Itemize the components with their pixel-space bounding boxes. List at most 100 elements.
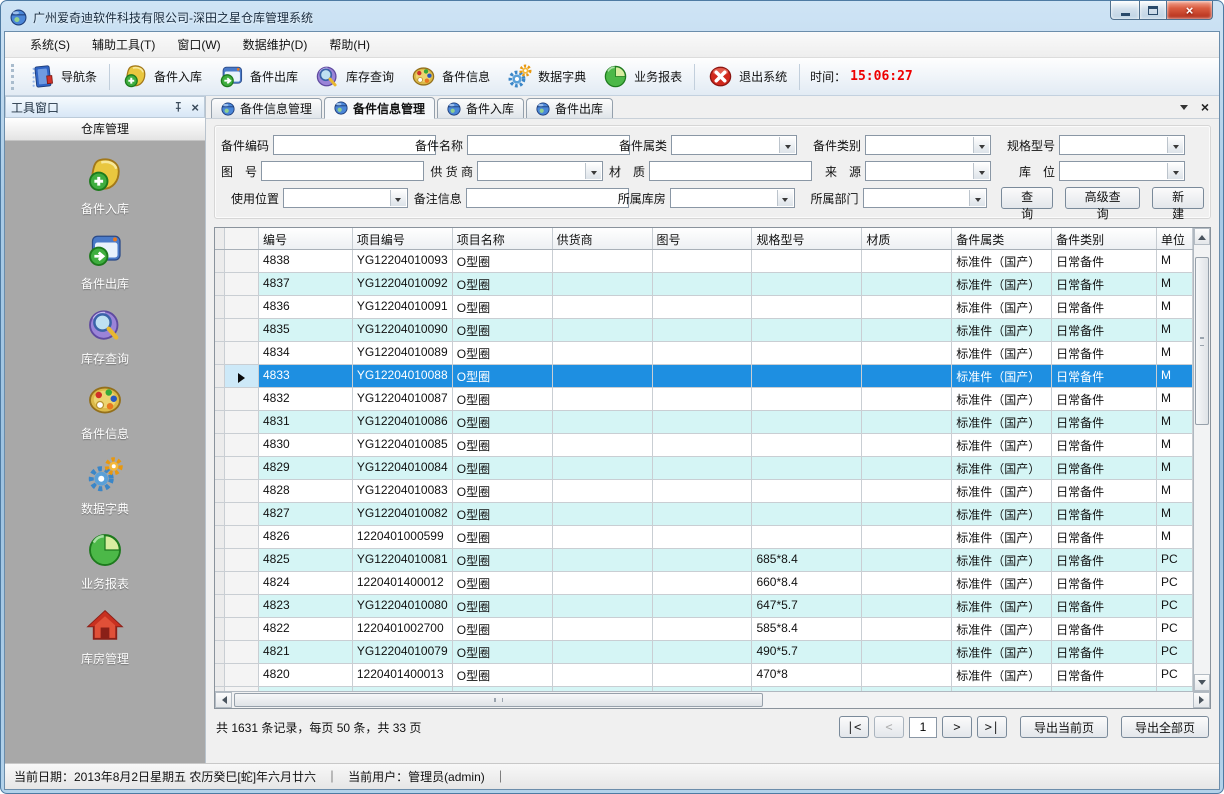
sidebar-item-report[interactable]: 业务报表 <box>81 530 129 592</box>
use-position-select[interactable] <box>283 188 408 208</box>
advanced-query-button[interactable]: 高级查询 <box>1065 187 1140 209</box>
vertical-scroll-track[interactable] <box>1194 245 1210 674</box>
tab-parts-in[interactable]: 备件入库 <box>437 98 524 118</box>
warehouse-select[interactable] <box>670 188 795 208</box>
column-header-4[interactable]: 图号 <box>653 228 753 249</box>
sidebar-item-parts-info[interactable]: 备件信息 <box>81 380 129 442</box>
minimize-button[interactable] <box>1110 1 1139 20</box>
last-page-button[interactable]: >| <box>977 716 1007 738</box>
menu-system[interactable]: 系统(S) <box>19 32 81 57</box>
tab-close-icon[interactable]: × <box>1201 100 1209 114</box>
material-input[interactable] <box>649 161 812 181</box>
toolbar-button-parts-in[interactable]: 备件入库 <box>114 60 210 93</box>
part-category-select[interactable] <box>671 135 797 155</box>
table-row[interactable]: 48221220401002700O型圈585*8.4标准件（国产）日常备件PC <box>215 618 1193 641</box>
toolbar-button-navbar[interactable]: 导航条 <box>21 60 105 93</box>
table-row[interactable]: 4828YG12204010083O型圈标准件（国产）日常备件M <box>215 480 1193 503</box>
table-row[interactable]: 4834YG12204010089O型圈标准件（国产）日常备件M <box>215 342 1193 365</box>
restore-button[interactable] <box>1139 1 1167 20</box>
scroll-right-icon[interactable] <box>1193 692 1210 708</box>
scroll-up-icon[interactable] <box>1194 228 1210 245</box>
cell-type: 日常备件 <box>1052 319 1157 342</box>
cell-supplier <box>553 319 653 342</box>
table-row[interactable]: 4823YG12204010080O型圈647*5.7标准件（国产）日常备件PC <box>215 595 1193 618</box>
page-number-input[interactable] <box>909 717 937 738</box>
cell-id: 4826 <box>259 526 353 549</box>
query-button[interactable]: 查询 <box>1001 187 1053 209</box>
column-header-9[interactable]: 单位 <box>1157 228 1193 249</box>
horizontal-scroll-track[interactable] <box>232 692 1193 708</box>
tab-parts-out[interactable]: 备件出库 <box>526 98 613 118</box>
menu-help[interactable]: 帮助(H) <box>318 32 381 57</box>
menu-aux-tools[interactable]: 辅助工具(T) <box>81 32 166 57</box>
part-name-input[interactable] <box>467 135 630 155</box>
table-row[interactable]: 4831YG12204010086O型圈标准件（国产）日常备件M <box>215 411 1193 434</box>
sidebar-item-data-dict[interactable]: 数据字典 <box>81 455 129 517</box>
sidebar-close-icon[interactable]: × <box>191 101 199 114</box>
table-row[interactable]: 4825YG12204010081O型圈685*8.4标准件（国产）日常备件PC <box>215 549 1193 572</box>
drawing-no-input[interactable] <box>261 161 424 181</box>
table-row[interactable]: 48261220401000599O型圈标准件（国产）日常备件M <box>215 526 1193 549</box>
part-code-input[interactable] <box>273 135 436 155</box>
column-header-2[interactable]: 项目名称 <box>453 228 553 249</box>
toolbar-grip-icon[interactable] <box>11 64 16 90</box>
menu-window[interactable]: 窗口(W) <box>166 32 231 57</box>
next-page-button[interactable]: > <box>942 716 972 738</box>
table-row[interactable]: 4832YG12204010087O型圈标准件（国产）日常备件M <box>215 388 1193 411</box>
source-select[interactable] <box>865 161 991 181</box>
toolbar-button-data-dict[interactable]: 数据字典 <box>498 60 594 93</box>
department-select[interactable] <box>863 188 988 208</box>
exit-icon <box>707 63 734 90</box>
sidebar-item-parts-out[interactable]: 备件出库 <box>81 230 129 292</box>
table-row[interactable]: 48241220401400012O型圈660*8.4标准件（国产）日常备件PC <box>215 572 1193 595</box>
column-header-5[interactable]: 规格型号 <box>752 228 862 249</box>
export-current-page-button[interactable]: 导出当前页 <box>1020 716 1108 738</box>
table-row[interactable]: 4833YG12204010088O型圈标准件（国产）日常备件M <box>215 365 1193 388</box>
vertical-scroll-thumb[interactable] <box>1195 257 1209 425</box>
sidebar-item-parts-in[interactable]: 备件入库 <box>81 155 129 217</box>
table-row[interactable]: 4835YG12204010090O型圈标准件（国产）日常备件M <box>215 319 1193 342</box>
export-all-pages-button[interactable]: 导出全部页 <box>1121 716 1209 738</box>
column-header-7[interactable]: 备件属类 <box>952 228 1052 249</box>
create-new-button[interactable]: 新建 <box>1152 187 1204 209</box>
table-row[interactable]: 4838YG12204010093O型圈标准件（国产）日常备件M <box>215 250 1193 273</box>
toolbar-button-parts-out[interactable]: 备件出库 <box>210 60 306 93</box>
table-row[interactable]: 48201220401400013O型圈470*8标准件（国产）日常备件PC <box>215 664 1193 687</box>
column-header-8[interactable]: 备件类别 <box>1052 228 1157 249</box>
close-button[interactable]: × <box>1167 1 1213 20</box>
tab-list-dropdown-icon[interactable] <box>1177 100 1191 114</box>
table-row[interactable]: 4829YG12204010084O型圈标准件（国产）日常备件M <box>215 457 1193 480</box>
remark-input[interactable] <box>466 188 629 208</box>
horizontal-scroll-thumb[interactable] <box>234 693 763 707</box>
scroll-left-icon[interactable] <box>215 692 232 708</box>
toolbar-button-parts-info[interactable]: 备件信息 <box>402 60 498 93</box>
table-row[interactable]: 4836YG12204010091O型圈标准件（国产）日常备件M <box>215 296 1193 319</box>
horizontal-scrollbar[interactable] <box>215 691 1210 708</box>
table-row[interactable]: 4837YG12204010092O型圈标准件（国产）日常备件M <box>215 273 1193 296</box>
table-row[interactable]: 4827YG12204010082O型圈标准件（国产）日常备件M <box>215 503 1193 526</box>
scroll-down-icon[interactable] <box>1194 674 1210 691</box>
sidebar-item-warehouse-mgmt[interactable]: 库房管理 <box>81 605 129 667</box>
tab-part-info-mgmt-2[interactable]: 备件信息管理 <box>324 97 435 119</box>
first-page-button[interactable]: |< <box>839 716 869 738</box>
toolbar-button-stock-query[interactable]: 库存查询 <box>306 60 402 93</box>
supplier-select[interactable] <box>477 161 603 181</box>
part-type-select[interactable] <box>865 135 991 155</box>
toolbar-button-exit[interactable]: 退出系统 <box>699 60 795 93</box>
table-row[interactable]: 4821YG12204010079O型圈490*5.7标准件（国产）日常备件PC <box>215 641 1193 664</box>
table-row[interactable]: 4830YG12204010085O型圈标准件（国产）日常备件M <box>215 434 1193 457</box>
column-header-6[interactable]: 材质 <box>862 228 952 249</box>
column-header-1[interactable]: 项目编号 <box>353 228 453 249</box>
cell-category: 标准件（国产） <box>952 250 1052 273</box>
column-header-3[interactable]: 供货商 <box>553 228 653 249</box>
sidebar-item-stock-query[interactable]: 库存查询 <box>81 305 129 367</box>
prev-page-button[interactable]: < <box>874 716 904 738</box>
pin-icon[interactable] <box>171 101 184 114</box>
column-header-0[interactable]: 编号 <box>259 228 353 249</box>
menu-data-maintenance[interactable]: 数据维护(D) <box>232 32 319 57</box>
toolbar-button-report[interactable]: 业务报表 <box>594 60 690 93</box>
vertical-scrollbar[interactable] <box>1193 228 1210 691</box>
tab-part-info-mgmt-1[interactable]: 备件信息管理 <box>211 98 322 118</box>
location-select[interactable] <box>1059 161 1185 181</box>
spec-model-select[interactable] <box>1059 135 1185 155</box>
